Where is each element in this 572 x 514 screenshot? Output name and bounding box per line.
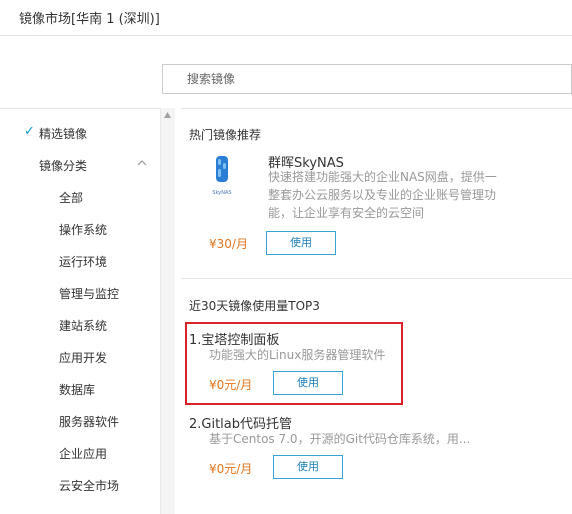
sidebar-item-monitoring[interactable]: 管理与监控 — [59, 285, 119, 302]
sidebar-item-all[interactable]: 全部 — [59, 189, 83, 206]
top3-item-2-price: ¥0元/月 — [209, 462, 253, 476]
sidebar-group-categories[interactable]: 镜像分类 — [39, 157, 87, 174]
search-input[interactable] — [163, 65, 571, 93]
sidebar-item-database[interactable]: 数据库 — [59, 381, 95, 398]
window-title: 镜像市场[华南 1 (深圳)] — [19, 12, 160, 27]
main-top-divider — [181, 108, 572, 109]
search-box[interactable] — [162, 64, 572, 94]
top3-item-1-desc: 功能强大的Linux服务器管理软件 — [209, 348, 386, 362]
top3-item-1-use-button[interactable]: 使用 — [273, 371, 343, 395]
svg-text:SkyNAS: SkyNAS — [212, 190, 231, 196]
scroll-up-arrow-icon[interactable] — [164, 112, 171, 118]
sidebar-item-website[interactable]: 建站系统 — [59, 317, 107, 334]
sidebar-item-server[interactable]: 服务器软件 — [59, 413, 119, 430]
section-divider — [181, 278, 572, 279]
sidebar-item-appdev[interactable]: 应用开发 — [59, 349, 107, 366]
sidebar-item-security[interactable]: 云安全市场 — [59, 477, 119, 494]
top3-item-1-price: ¥0元/月 — [209, 378, 253, 392]
top3-item-2-use-button[interactable]: 使用 — [273, 455, 343, 479]
top3-section-title: 近30天镜像使用量TOP3 — [189, 299, 320, 313]
hot-product-desc: 快速搭建功能强大的企业NAS网盘，提供一整套办公云服务以及专业的企业账号管理功能… — [268, 170, 497, 220]
check-icon: ✓ — [24, 124, 35, 139]
chevron-up-icon[interactable] — [137, 158, 147, 168]
top3-item-2-desc: 基于Centos 7.0，开源的Git代码仓库系统，用... — [209, 432, 471, 446]
title-bar: 镜像市场[华南 1 (深圳)] — [0, 0, 572, 36]
sidebar-item-featured[interactable]: 精选镜像 — [39, 125, 87, 142]
sidebar-item-runtime[interactable]: 运行环境 — [59, 253, 107, 270]
skynas-logo: SkyNAS — [212, 156, 232, 196]
hot-section-title: 热门镜像推荐 — [189, 128, 262, 142]
scrollbar[interactable] — [160, 108, 175, 514]
sidebar-item-enterprise[interactable]: 企业应用 — [59, 445, 107, 462]
sidebar-item-os[interactable]: 操作系统 — [59, 221, 107, 238]
hot-product-price: ¥30/月 — [209, 237, 248, 251]
hot-use-button[interactable]: 使用 — [266, 231, 336, 255]
